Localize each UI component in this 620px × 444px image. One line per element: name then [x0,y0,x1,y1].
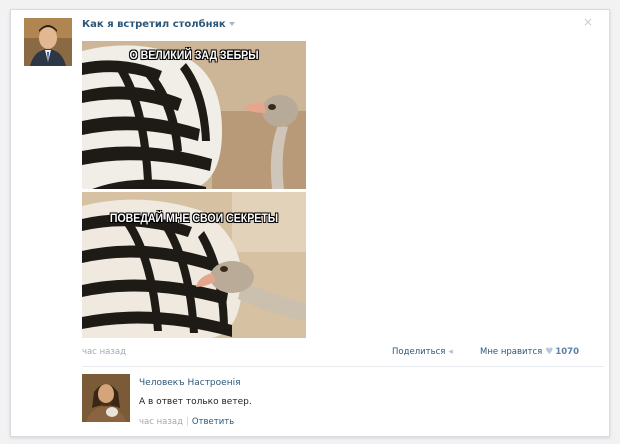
author-avatar[interactable] [24,18,72,66]
comment-avatar-image [82,374,130,422]
meme-caption-top: О ВЕЛИКИЙ ЗАД ЗЕБРЫ [129,48,259,62]
comment-timestamp[interactable]: час назад [139,417,183,427]
zebra-ostrich-picture [82,41,306,338]
share-button[interactable]: Поделиться ◂ [392,347,453,357]
share-label[interactable]: Поделиться [392,347,445,357]
reply-button[interactable]: Ответить [192,417,234,427]
like-count[interactable]: 1070 [555,347,579,357]
comment-meta: час назад | Ответить [139,417,234,427]
comment-author-name[interactable]: Человекъ Настроенія [139,378,241,388]
chevron-down-icon[interactable] [228,22,235,26]
heart-icon[interactable]: ♥ [545,347,553,357]
meme-image[interactable]: О ВЕЛИКИЙ ЗАД ЗЕБРЫ ПОВЕДАЙ МНЕ СВОИ СЕК… [82,41,306,338]
like-button[interactable]: Мне нравится ♥ 1070 [480,347,579,357]
post-timestamp[interactable]: час назад [82,347,126,357]
author-avatar-image [24,18,72,66]
post-title-text[interactable]: Как я встретил столбняк [82,19,226,30]
comments-divider [82,366,604,367]
meme-caption-bottom: ПОВЕДАЙ МНЕ СВОИ СЕКРЕТЫ [109,211,279,225]
comment-author-avatar[interactable] [82,374,130,422]
like-label[interactable]: Мне нравится [480,347,542,357]
comment-text: А в ответ только ветер. [139,397,252,407]
megaphone-icon[interactable]: ◂ [448,347,453,357]
close-icon[interactable]: × [583,15,593,29]
comment-meta-separator: | [185,417,189,427]
post-card: Как я встретил столбняк × О ВЕЛИКИЙ ЗАД … [10,9,610,437]
post-title[interactable]: Как я встретил столбняк [82,19,235,30]
